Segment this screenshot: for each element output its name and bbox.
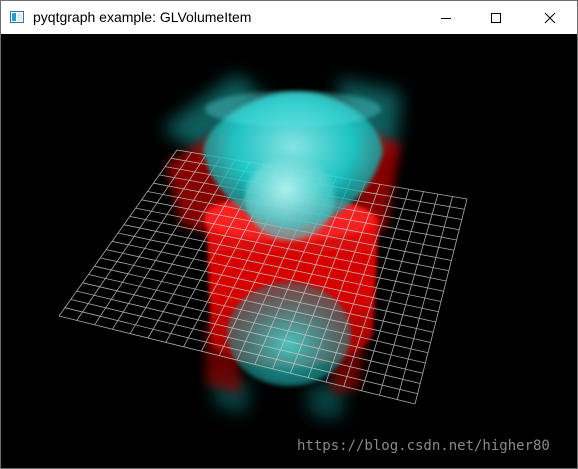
close-button[interactable] (527, 1, 573, 34)
app-window: pyqtgraph example: GLVolumeItem https://… (0, 0, 578, 469)
title-bar[interactable]: pyqtgraph example: GLVolumeItem (1, 1, 577, 34)
app-window-icon (10, 11, 24, 23)
minimize-button[interactable] (423, 1, 469, 34)
window-title: pyqtgraph example: GLVolumeItem (33, 9, 252, 25)
close-icon (544, 12, 556, 23)
volume-render-canvas (58, 74, 468, 419)
watermark: https://blog.csdn.net/higher80 (297, 438, 550, 454)
grid-line (396, 196, 453, 400)
grid-line (379, 193, 439, 396)
maximize-button[interactable] (473, 1, 519, 34)
grid-line (414, 198, 468, 405)
cyan-inner-sphere (245, 156, 335, 240)
cyan-lower-sphere (227, 282, 351, 386)
gl-view-widget[interactable] (1, 34, 577, 468)
maximize-icon (491, 12, 501, 23)
minimize-icon (441, 17, 451, 19)
